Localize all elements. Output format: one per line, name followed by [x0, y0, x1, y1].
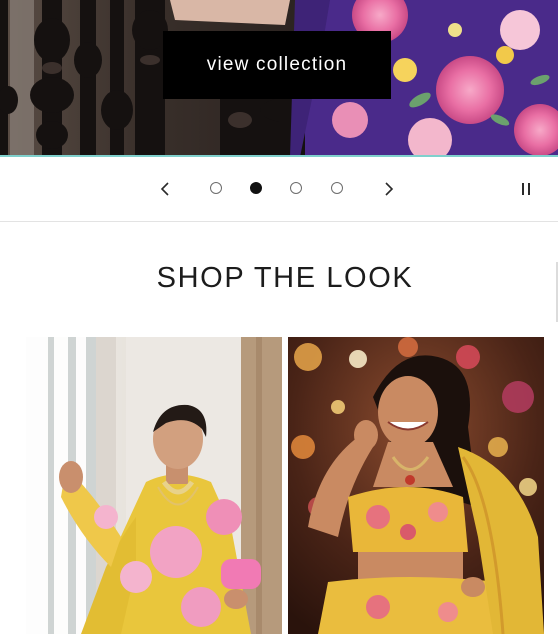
look-card-1[interactable] — [26, 337, 282, 634]
chevron-left-icon — [160, 182, 169, 196]
slide-dot-2[interactable] — [250, 182, 262, 194]
pause-slideshow-button[interactable] — [514, 177, 538, 201]
hero-banner: view collection — [0, 0, 558, 157]
look-image-1 — [26, 337, 282, 634]
section-title: SHOP THE LOOK — [156, 262, 414, 294]
chevron-right-icon — [385, 182, 394, 196]
slideshow-controls — [0, 157, 558, 222]
previous-slide-button[interactable] — [153, 177, 177, 201]
look-image-2 — [288, 337, 544, 634]
slide-dot-1[interactable] — [210, 182, 222, 194]
pause-icon — [522, 183, 530, 195]
next-slide-button[interactable] — [377, 177, 401, 201]
slide-dot-3[interactable] — [290, 182, 302, 194]
look-card-2[interactable] — [288, 337, 544, 634]
view-collection-button[interactable]: view collection — [163, 31, 391, 99]
slide-dot-4[interactable] — [331, 182, 343, 194]
